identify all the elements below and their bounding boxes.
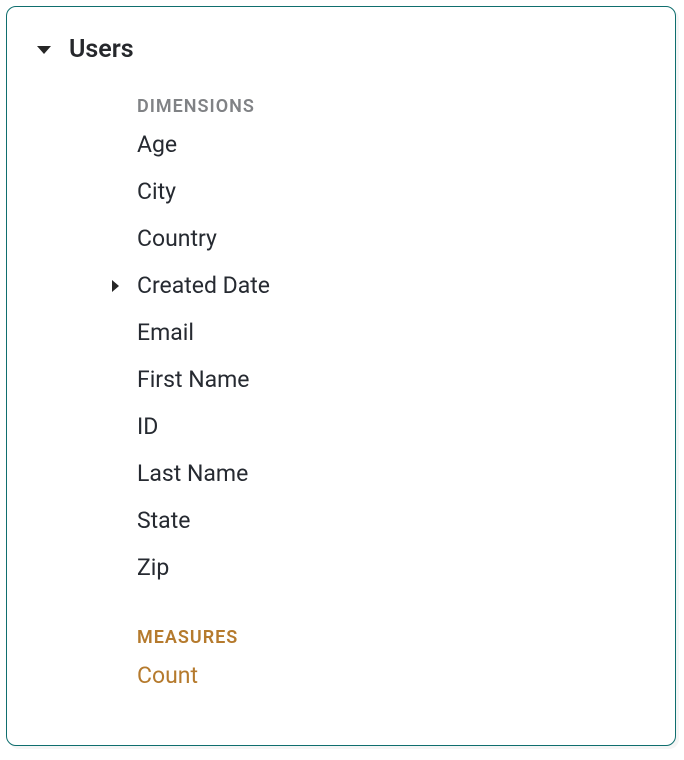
field-label: Country <box>137 225 217 252</box>
field-label: Count <box>137 662 198 689</box>
view-label: Users <box>69 35 134 64</box>
field-picker-panel: Users DIMENSIONS Age City Country Create… <box>6 6 676 746</box>
dimension-field-created-date[interactable]: Created Date <box>7 262 675 309</box>
field-label: State <box>137 507 190 534</box>
field-label: ID <box>137 413 158 440</box>
view-users[interactable]: Users <box>7 31 675 68</box>
field-label: Email <box>137 319 194 346</box>
caret-right-icon <box>112 280 119 292</box>
field-label: Zip <box>137 554 169 581</box>
caret-down-icon <box>37 46 51 54</box>
dimension-field-city[interactable]: City <box>7 168 675 215</box>
field-label: Last Name <box>137 460 248 487</box>
dimension-field-email[interactable]: Email <box>7 309 675 356</box>
dimension-field-zip[interactable]: Zip <box>7 544 675 591</box>
field-label: Created Date <box>137 272 270 299</box>
field-label: Age <box>137 131 177 158</box>
dimension-field-first-name[interactable]: First Name <box>7 356 675 403</box>
field-label: First Name <box>137 366 249 393</box>
dimension-field-id[interactable]: ID <box>7 403 675 450</box>
dimension-field-age[interactable]: Age <box>7 121 675 168</box>
dimensions-header: DIMENSIONS <box>7 68 675 121</box>
field-label: City <box>137 178 176 205</box>
dimension-field-state[interactable]: State <box>7 497 675 544</box>
dimension-field-country[interactable]: Country <box>7 215 675 262</box>
measures-header: MEASURES <box>7 591 675 652</box>
dimension-field-last-name[interactable]: Last Name <box>7 450 675 497</box>
measure-field-count[interactable]: Count <box>7 652 675 699</box>
